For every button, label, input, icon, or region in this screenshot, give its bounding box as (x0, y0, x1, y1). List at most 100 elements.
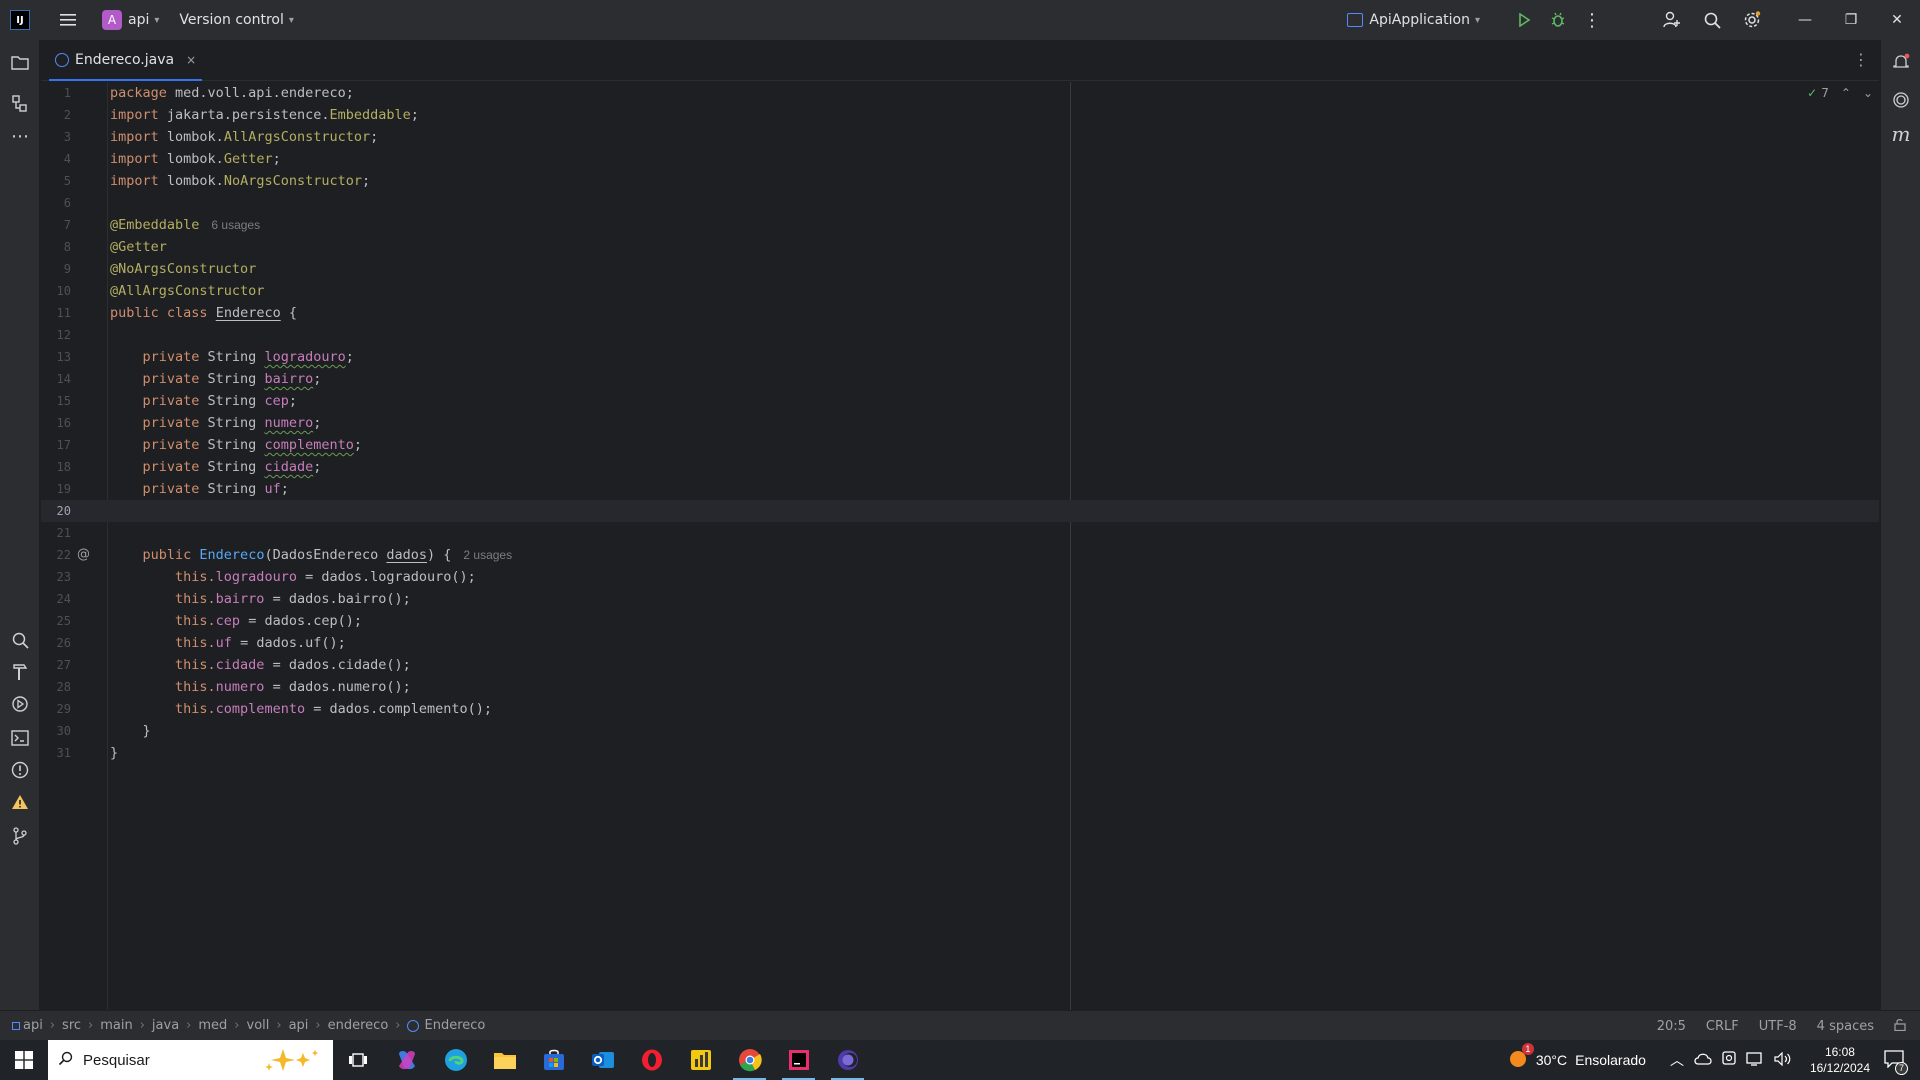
problems-icon[interactable] (8, 758, 32, 782)
terminal-icon[interactable] (8, 726, 32, 750)
find-icon[interactable] (8, 628, 32, 652)
weather-temperature[interactable]: 30°C (1536, 1052, 1567, 1068)
code-text: public class Endereco { (110, 305, 297, 321)
status-bar: api › src › main › java › med › voll › api › en… (0, 1010, 1920, 1040)
code-text: import lombok.AllArgsConstructor; (110, 129, 379, 145)
more-tools-icon[interactable]: ⋯ (8, 124, 32, 148)
minimize-button[interactable]: — (1782, 0, 1828, 40)
caret-position[interactable]: 20:5 (1657, 1019, 1686, 1034)
read-only-lock-icon[interactable] (1894, 1018, 1906, 1035)
line-number: 17 (56, 438, 71, 452)
chevron-up-icon[interactable]: ︿ (1670, 1050, 1684, 1070)
outlook-icon[interactable] (578, 1040, 627, 1080)
copilot-app-icon[interactable] (382, 1040, 431, 1080)
structure-icon[interactable] (8, 92, 32, 116)
task-view-icon[interactable] (333, 1040, 382, 1080)
breadcrumb-item[interactable]: api (23, 1018, 43, 1033)
usages-hint[interactable]: 6 usages (211, 218, 260, 232)
search-icon[interactable] (1692, 0, 1732, 40)
file-explorer-icon[interactable] (480, 1040, 529, 1080)
file-encoding[interactable]: UTF-8 (1759, 1019, 1797, 1034)
code-text: } (110, 745, 119, 761)
microsoft-store-icon[interactable] (529, 1040, 578, 1080)
eclipse-icon[interactable] (823, 1040, 872, 1080)
breadcrumb-item[interactable]: api (289, 1018, 309, 1033)
network-icon[interactable] (1746, 1051, 1764, 1069)
edge-browser-icon[interactable] (431, 1040, 480, 1080)
cloud-icon[interactable] (1694, 1052, 1712, 1069)
current-line: 20 (41, 500, 1879, 522)
build-hammer-icon[interactable] (8, 660, 32, 684)
opera-browser-icon[interactable] (627, 1040, 676, 1080)
code-line: 30 } (41, 720, 1879, 742)
run-configuration-selector[interactable]: ApiApplication ▾ (1347, 12, 1480, 28)
more-actions-icon[interactable]: ⋮ (1572, 0, 1612, 40)
tab-options-icon[interactable]: ⋮ (1853, 50, 1869, 69)
weather-sun-icon[interactable]: 1 (1508, 1042, 1534, 1072)
power-bi-icon[interactable] (676, 1040, 725, 1080)
settings-gear-icon[interactable] (1732, 0, 1772, 40)
clock-time: 16:08 (1824, 1045, 1855, 1059)
code-text: package med.voll.api.endereco; (110, 85, 354, 101)
implementation-at-icon[interactable]: @ (77, 547, 93, 563)
project-folder-icon[interactable] (8, 50, 32, 74)
tab-endereco-java[interactable]: Endereco.java × (49, 40, 203, 81)
breadcrumb-item[interactable]: voll (247, 1018, 270, 1033)
version-control-menu[interactable]: Version control (179, 12, 283, 28)
close-window-button[interactable]: ✕ (1874, 0, 1920, 40)
code-line: 5 import lombok.NoArgsConstructor; (41, 170, 1879, 192)
code-line: 23 this.logradouro = dados.logradouro(); (41, 566, 1879, 588)
usages-hint[interactable]: 2 usages (463, 548, 512, 562)
taskbar-search-input[interactable]: Pesquisar (48, 1040, 333, 1080)
breadcrumb-item[interactable]: endereco (328, 1018, 389, 1033)
weather-description[interactable]: Ensolarado (1575, 1052, 1646, 1068)
code-line: 18 private String cidade; (41, 456, 1879, 478)
intellij-idea-icon[interactable] (774, 1040, 823, 1080)
notifications-bell-icon[interactable] (1889, 50, 1913, 74)
chrome-browser-icon[interactable] (725, 1040, 774, 1080)
line-number: 24 (56, 592, 71, 606)
clock[interactable]: 16:08 16/12/2024 (1810, 1044, 1870, 1076)
maven-icon[interactable]: m (1889, 122, 1913, 146)
code-text: this.uf = dados.uf(); (110, 635, 346, 651)
close-tab-icon[interactable]: × (186, 53, 196, 67)
code-text: import lombok.Getter; (110, 151, 281, 167)
code-line: 22 @ public Endereco(DadosEndereco dados)… (41, 544, 1879, 566)
breadcrumb-item[interactable]: main (100, 1018, 132, 1033)
project-badge[interactable]: A (102, 10, 122, 30)
code-text: @Getter (110, 239, 167, 255)
code-text: private String numero; (110, 415, 322, 431)
camera-icon[interactable] (1722, 1050, 1736, 1070)
breadcrumb-item[interactable]: java (152, 1018, 179, 1033)
line-number: 3 (63, 130, 71, 144)
main-menu-icon[interactable] (52, 4, 84, 36)
chevron-down-icon[interactable]: ▾ (154, 15, 159, 26)
code-editor[interactable]: ✓ 7 ⌃ ⌄ 1 package med.voll.api.endereco; … (41, 82, 1879, 1010)
add-user-icon[interactable] (1652, 0, 1692, 40)
code-line: 3 import lombok.AllArgsConstructor; (41, 126, 1879, 148)
breadcrumb-item[interactable]: Endereco (424, 1018, 485, 1033)
line-number: 6 (63, 196, 71, 210)
restore-button[interactable]: ❐ (1828, 0, 1874, 40)
line-number: 8 (63, 240, 71, 254)
code-text: private String logradouro; (110, 349, 354, 365)
notification-center-icon[interactable]: 7 (1884, 1049, 1908, 1075)
project-name[interactable]: api (128, 12, 149, 28)
code-line: 28 this.numero = dados.numero(); (41, 676, 1879, 698)
code-text: this.complemento = dados.complemento(); (110, 701, 493, 717)
intellij-logo-icon[interactable]: IJ (10, 10, 30, 30)
ai-assistant-icon[interactable] (1889, 88, 1913, 112)
windows-start-icon[interactable] (0, 1040, 48, 1080)
right-tool-strip: m (1880, 40, 1920, 1040)
services-icon[interactable] (8, 692, 32, 716)
line-separator[interactable]: CRLF (1706, 1019, 1739, 1034)
run-config-label: ApiApplication (1369, 12, 1470, 28)
indent-setting[interactable]: 4 spaces (1817, 1019, 1874, 1034)
git-branch-icon[interactable] (8, 824, 32, 848)
copilot-sparkle-icon (261, 1047, 321, 1077)
volume-icon[interactable] (1774, 1051, 1792, 1069)
breadcrumb-item[interactable]: med (198, 1018, 227, 1033)
warning-icon[interactable] (8, 790, 32, 814)
breadcrumb-item[interactable]: src (62, 1018, 81, 1033)
chevron-down-icon[interactable]: ▾ (289, 15, 294, 26)
